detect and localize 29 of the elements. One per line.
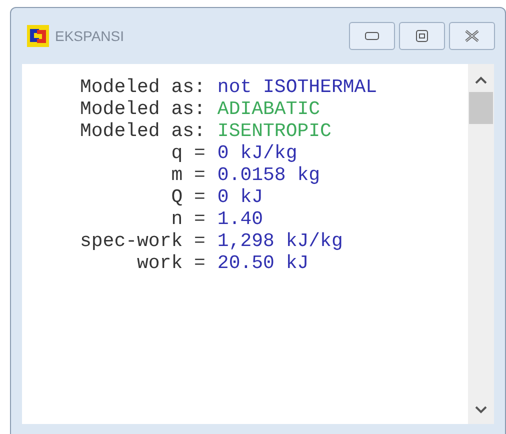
output-value: not ISOTHERMAL [217, 76, 378, 98]
scroll-up-icon[interactable] [475, 76, 487, 84]
output-value: 0 kJ [217, 186, 264, 208]
output-label: q = [170, 142, 206, 164]
output-label: work = [136, 252, 206, 274]
output-value: 0 kJ/kg [217, 142, 298, 164]
output-label: Q = [170, 186, 206, 208]
app-logo-icon [27, 25, 49, 47]
output-value: 1,298 kJ/kg [217, 230, 344, 252]
minimize-icon [365, 32, 379, 40]
output-value: ADIABATIC [217, 98, 322, 120]
output-label: spec-work = [80, 230, 206, 252]
output-value: ISENTROPIC [217, 120, 332, 142]
output-label: Modeled as: [80, 76, 206, 98]
maximize-button[interactable] [399, 22, 445, 50]
output-value: 0.0158 kg [217, 164, 322, 186]
close-icon [465, 30, 479, 42]
output-value: 1.40 [217, 208, 264, 230]
output-label: n = [170, 208, 206, 230]
output-value: 20.50 kJ [217, 252, 310, 274]
scrollbar-thumb[interactable] [469, 92, 493, 124]
window-title: EKSPANSI [55, 26, 124, 46]
scroll-down-icon[interactable] [475, 406, 487, 414]
output-label: Modeled as: [80, 98, 206, 120]
output-label: Modeled as: [80, 120, 206, 142]
close-button[interactable] [449, 22, 495, 50]
output-label: m = [170, 164, 206, 186]
minimize-button[interactable] [349, 22, 395, 50]
maximize-icon [416, 30, 428, 42]
